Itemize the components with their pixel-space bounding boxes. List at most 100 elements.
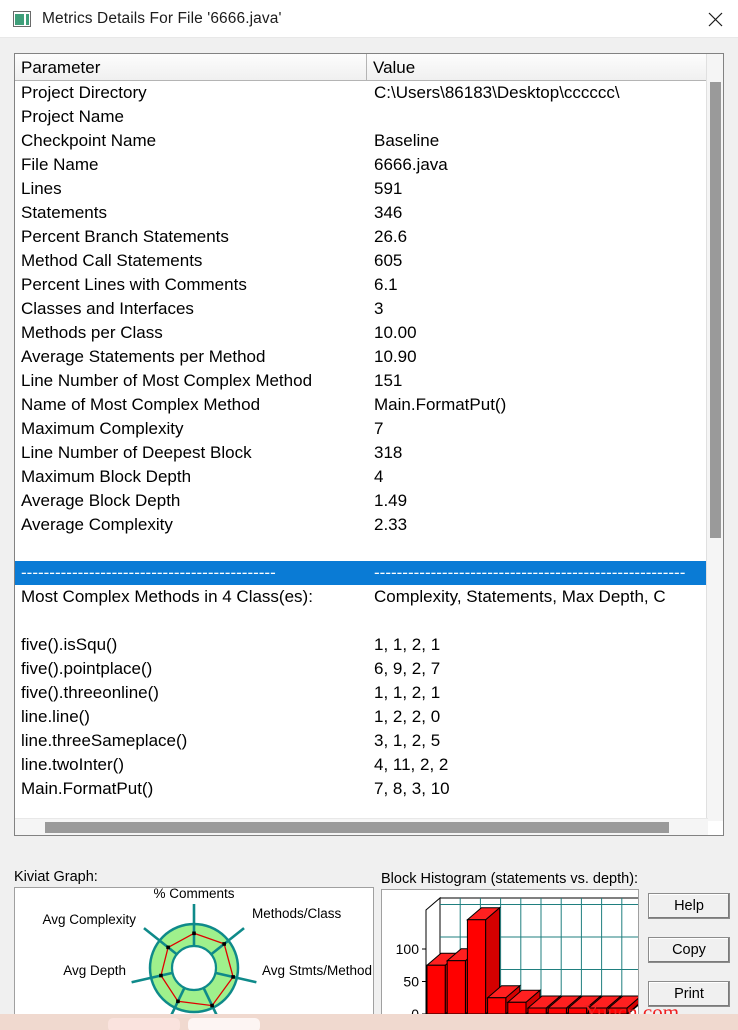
cell-parameter: Most Complex Methods in 4 Class(es): <box>21 587 313 606</box>
table-row[interactable]: Lines 591 <box>15 177 708 201</box>
cell-parameter: Average Statements per Method <box>21 347 266 366</box>
cell-value: 346 <box>374 203 403 222</box>
help-button[interactable]: Help <box>648 893 730 919</box>
cell-parameter: Method Call Statements <box>21 251 203 270</box>
cell-value: 1, 1, 2, 1 <box>374 683 441 702</box>
table-row-separator[interactable]: ----------------------------------------… <box>15 561 708 585</box>
kiviat-graph-label: Kiviat Graph: <box>14 869 98 885</box>
cell-parameter: Percent Lines with Comments <box>21 275 247 294</box>
table-row[interactable]: five().isSqu() 1, 1, 2, 1 <box>15 633 708 657</box>
kiviat-axis-label: % Comments <box>153 888 234 901</box>
cell-parameter: Line Number of Deepest Block <box>21 443 252 462</box>
cell-parameter: Project Directory <box>21 83 147 102</box>
window-content: Parameter Value Project Directory C:\User… <box>0 38 738 1030</box>
kiviat-axis-label: Avg Depth <box>63 963 126 978</box>
list-rows: Project Directory C:\Users\86183\Desktop\… <box>15 81 708 821</box>
cell-value: 7, 8, 3, 10 <box>374 779 450 798</box>
taskbar-item <box>188 1018 260 1030</box>
cell-parameter: Lines <box>21 179 62 198</box>
cell-value: 605 <box>374 251 403 270</box>
table-row[interactable]: Average Complexity 2.33 <box>15 513 708 537</box>
print-button[interactable]: Print <box>648 981 730 1007</box>
histogram-y-tick: 100 <box>396 941 420 957</box>
column-header-parameter[interactable]: Parameter <box>15 54 367 80</box>
list-horizontal-scrollbar[interactable] <box>15 818 708 835</box>
cell-value: 7 <box>374 419 384 438</box>
cell-parameter: ----------------------------------------… <box>21 563 276 582</box>
cell-value: 591 <box>374 179 403 198</box>
cell-value: 6666.java <box>374 155 448 174</box>
cell-value: Complexity, Statements, Max Depth, C <box>374 587 666 606</box>
cell-value: 318 <box>374 443 403 462</box>
cell-parameter: Project Name <box>21 107 124 126</box>
block-histogram-label: Block Histogram (statements vs. depth): <box>381 871 639 887</box>
copy-button[interactable]: Copy <box>648 937 730 963</box>
list-header: Parameter Value <box>15 54 723 81</box>
kiviat-chart: % CommentsMethods/ClassAvg Stmts/MethodM… <box>42 888 372 1030</box>
table-row[interactable]: Project Directory C:\Users\86183\Desktop\… <box>15 81 708 105</box>
cell-value: 151 <box>374 371 403 390</box>
cell-parameter: line.line() <box>21 707 90 726</box>
table-row[interactable] <box>15 537 708 561</box>
table-row[interactable]: Statements 346 <box>15 201 708 225</box>
cell-parameter: five().pointplace() <box>21 659 153 678</box>
cell-value: ----------------------------------------… <box>374 563 686 582</box>
cell-value: Baseline <box>374 131 440 150</box>
kiviat-axis-label: Avg Stmts/Method <box>262 963 372 978</box>
table-row[interactable]: Method Call Statements 605 <box>15 249 708 273</box>
table-row[interactable]: Classes and Interfaces 3 <box>15 297 708 321</box>
cell-parameter: five().isSqu() <box>21 635 118 654</box>
table-row[interactable]: line.twoInter() 4, 11, 2, 2 <box>15 753 708 777</box>
table-row[interactable]: five().threeonline() 1, 1, 2, 1 <box>15 681 708 705</box>
cell-value: 10.90 <box>374 347 417 366</box>
taskbar-item <box>108 1018 180 1030</box>
table-row[interactable]: Line Number of Deepest Block 318 <box>15 441 708 465</box>
block-histogram-chart: 0501000123456789+ <box>396 896 638 1030</box>
table-row[interactable]: line.line() 1, 2, 2, 0 <box>15 705 708 729</box>
close-icon[interactable] <box>692 0 738 38</box>
table-row[interactable]: Main.FormatPut() 7, 8, 3, 10 <box>15 777 708 801</box>
table-row[interactable]: five().pointplace() 6, 9, 2, 7 <box>15 657 708 681</box>
table-row[interactable]: Percent Lines with Comments 6.1 <box>15 273 708 297</box>
table-row[interactable]: Most Complex Methods in 4 Class(es): Comp… <box>15 585 708 609</box>
table-row[interactable]: Methods per Class 10.00 <box>15 321 708 345</box>
cell-parameter: Checkpoint Name <box>21 131 157 150</box>
column-header-value[interactable]: Value <box>367 54 723 80</box>
cell-parameter: line.threeSameplace() <box>21 731 188 750</box>
table-row[interactable]: Name of Most Complex Method Main.FormatPu… <box>15 393 708 417</box>
vertical-scroll-thumb[interactable] <box>710 82 721 538</box>
table-row[interactable]: Maximum Block Depth 4 <box>15 465 708 489</box>
metrics-list-view[interactable]: Parameter Value Project Directory C:\User… <box>14 53 724 836</box>
horizontal-scroll-thumb[interactable] <box>45 822 669 833</box>
cell-value: 3 <box>374 299 384 318</box>
table-row[interactable]: Average Statements per Method 10.90 <box>15 345 708 369</box>
cell-parameter: Methods per Class <box>21 323 163 342</box>
cell-parameter: Average Block Depth <box>21 491 181 510</box>
cell-value: 6, 9, 2, 7 <box>374 659 441 678</box>
cell-value: 4, 11, 2, 2 <box>374 755 449 774</box>
cell-parameter: File Name <box>21 155 99 174</box>
cell-parameter: Main.FormatPut() <box>21 779 154 798</box>
table-row[interactable]: Project Name <box>15 105 708 129</box>
cell-value: 10.00 <box>374 323 417 342</box>
table-row[interactable]: Percent Branch Statements 26.6 <box>15 225 708 249</box>
histogram-y-tick: 50 <box>403 974 419 990</box>
table-row[interactable]: Average Block Depth 1.49 <box>15 489 708 513</box>
table-row[interactable]: Maximum Complexity 7 <box>15 417 708 441</box>
window-title: Metrics Details For File '6666.java' <box>42 9 282 27</box>
table-row[interactable] <box>15 609 708 633</box>
cell-parameter: Percent Branch Statements <box>21 227 229 246</box>
table-row[interactable]: File Name 6666.java <box>15 153 708 177</box>
metrics-details-window: Metrics Details For File '6666.java' Par… <box>0 0 738 1030</box>
table-row[interactable]: Line Number of Most Complex Method 151 <box>15 369 708 393</box>
cell-value: 1.49 <box>374 491 408 510</box>
cell-parameter: Classes and Interfaces <box>21 299 194 318</box>
table-row[interactable]: Checkpoint Name Baseline <box>15 129 708 153</box>
list-vertical-scrollbar[interactable] <box>706 54 723 821</box>
cell-parameter: Name of Most Complex Method <box>21 395 261 414</box>
table-row[interactable]: line.threeSameplace() 3, 1, 2, 5 <box>15 729 708 753</box>
cell-parameter: five().threeonline() <box>21 683 159 702</box>
cell-parameter: Maximum Block Depth <box>21 467 192 486</box>
kiviat-axis-label: Methods/Class <box>252 906 342 921</box>
title-bar: Metrics Details For File '6666.java' <box>0 0 738 38</box>
